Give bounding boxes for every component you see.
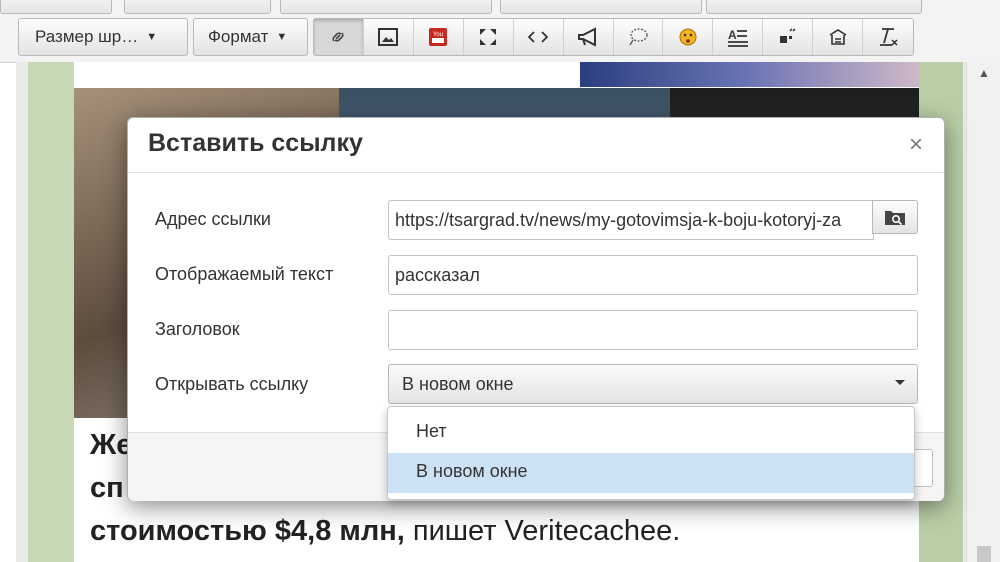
scrollbar[interactable]: ▲ bbox=[966, 62, 1000, 562]
emoji-icon[interactable] bbox=[663, 19, 714, 55]
toolbar-list-group[interactable] bbox=[706, 0, 922, 14]
browse-button[interactable] bbox=[872, 200, 918, 234]
browse-icon bbox=[885, 211, 905, 226]
toolbar-row-top bbox=[0, 0, 1000, 16]
font-size-label: Размер шр… bbox=[35, 27, 139, 46]
target-select-value: В новом окне bbox=[402, 374, 514, 394]
quote-icon[interactable] bbox=[763, 19, 814, 55]
source-code-icon[interactable] bbox=[514, 19, 564, 55]
article-image-top bbox=[580, 62, 919, 87]
dropdown-option-none[interactable]: Нет bbox=[388, 413, 914, 453]
toolbar-align-group[interactable] bbox=[500, 0, 702, 14]
display-text-label: Отображаемый текст bbox=[155, 264, 334, 284]
toolbar-text-style-group[interactable] bbox=[280, 0, 492, 14]
article-line1: Же bbox=[90, 429, 133, 461]
megaphone-icon[interactable] bbox=[564, 19, 614, 55]
link-icon[interactable] bbox=[314, 19, 364, 55]
dialog-title: Вставить ссылку bbox=[148, 129, 363, 157]
dropdown-option-new-window[interactable]: В новом окне bbox=[388, 453, 914, 493]
chevron-down-icon bbox=[895, 380, 905, 385]
toolbar-insert-group: You A bbox=[313, 18, 914, 56]
youtube-icon[interactable]: You bbox=[414, 19, 464, 55]
close-icon[interactable]: × bbox=[904, 131, 928, 159]
clear-format-icon[interactable] bbox=[863, 19, 913, 55]
url-label: Адрес ссылки bbox=[155, 209, 271, 229]
display-text-input[interactable] bbox=[388, 255, 918, 295]
toolbar: Размер шр… ▼ Формат ▼ You A bbox=[0, 16, 1000, 63]
article-line2: сп bbox=[90, 472, 124, 504]
scroll-thumb[interactable] bbox=[977, 546, 991, 562]
toolbar-clipboard-group[interactable] bbox=[124, 0, 271, 14]
text-format-icon[interactable]: A bbox=[713, 19, 764, 55]
chevron-down-icon: ▼ bbox=[276, 31, 288, 43]
format-dropdown[interactable]: Формат ▼ bbox=[193, 18, 308, 56]
image-icon[interactable] bbox=[364, 19, 414, 55]
target-select[interactable]: В новом окне bbox=[388, 364, 918, 404]
target-dropdown-list: Нет В новом окне bbox=[387, 406, 915, 500]
article-regular-text: пишет Veritecachee. bbox=[404, 515, 681, 547]
dialog-header: Вставить ссылку × bbox=[128, 118, 944, 173]
target-label: Открывать ссылку bbox=[155, 374, 309, 394]
chevron-down-icon: ▼ bbox=[146, 31, 158, 43]
title-label: Заголовок bbox=[155, 319, 240, 339]
fullscreen-icon[interactable] bbox=[464, 19, 514, 55]
format-label: Формат bbox=[208, 27, 269, 46]
svg-text:A: A bbox=[728, 28, 737, 42]
article-bold-text: стоимостью $4,8 млн, bbox=[90, 515, 405, 547]
svg-text:You: You bbox=[433, 32, 443, 38]
scroll-up-icon[interactable]: ▲ bbox=[967, 66, 1000, 80]
font-size-dropdown[interactable]: Размер шр… ▼ bbox=[18, 18, 188, 56]
title-input[interactable] bbox=[388, 310, 918, 350]
lasso-icon[interactable] bbox=[614, 19, 664, 55]
url-input[interactable] bbox=[388, 200, 874, 240]
toolbar-undo-group[interactable] bbox=[0, 0, 112, 14]
template-icon[interactable] bbox=[813, 19, 864, 55]
ok-button[interactable] bbox=[913, 449, 933, 487]
